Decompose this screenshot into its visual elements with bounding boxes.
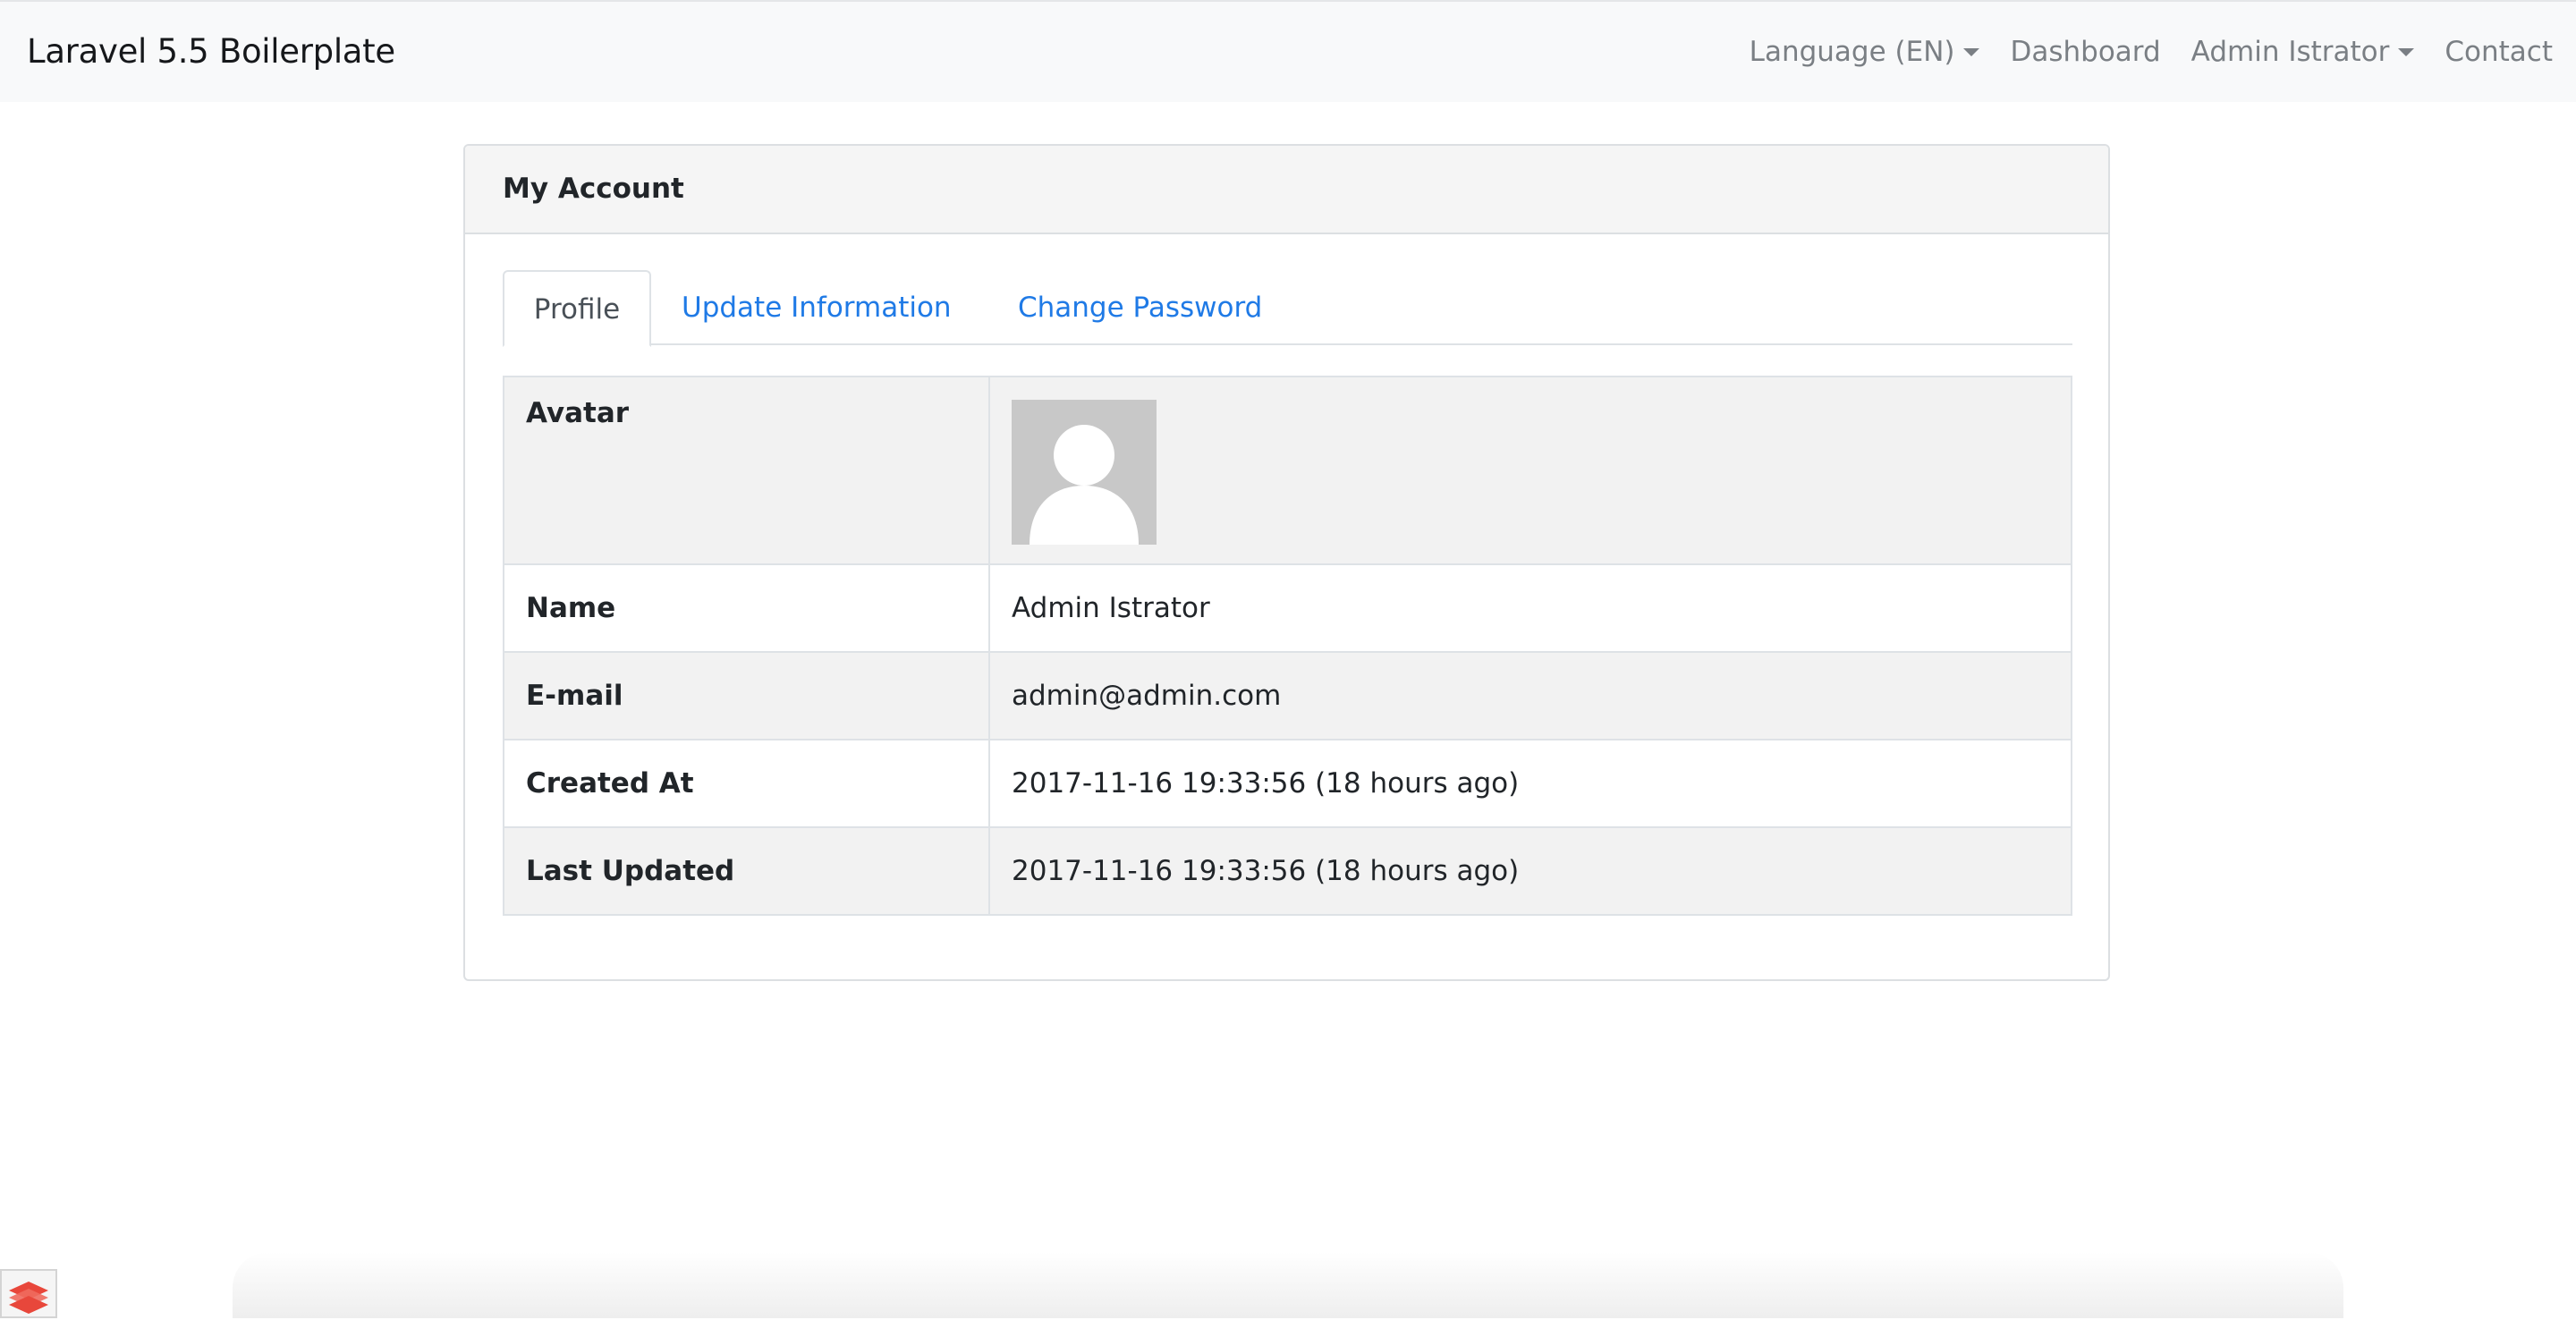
contact-link[interactable]: Contact [2445, 30, 2553, 73]
debugbar-toggle[interactable] [0, 1269, 57, 1318]
bottom-shadow [233, 1252, 2343, 1318]
card-title: My Account [503, 173, 684, 205]
card-header: My Account [465, 146, 2108, 234]
user-dropdown-label: Admin Istrator [2190, 36, 2390, 68]
avatar-cell [988, 376, 2072, 565]
profile-table: Avatar Name Admin Istrator E-mail admin@… [503, 376, 2072, 916]
top-navbar: Laravel 5.5 Boilerplate Language (EN) Da… [0, 0, 2576, 102]
language-dropdown-label: Language (EN) [1749, 36, 1955, 68]
dashboard-link[interactable]: Dashboard [2010, 30, 2160, 73]
chevron-down-icon [1963, 47, 1980, 56]
name-value: Admin Istrator [988, 563, 2072, 653]
table-row-last-updated: Last Updated 2017-11-16 19:33:56 (18 hou… [503, 826, 2072, 916]
tab-profile[interactable]: Profile [503, 270, 651, 347]
email-label: E-mail [503, 651, 990, 740]
tab-change-password[interactable]: Change Password [1018, 270, 1262, 345]
avatar [1012, 400, 1157, 545]
last-updated-value: 2017-11-16 19:33:56 (18 hours ago) [988, 826, 2072, 916]
laravel-debugbar-icon [9, 1282, 48, 1314]
table-row-name: Name Admin Istrator [503, 563, 2072, 653]
user-silhouette-icon [1012, 400, 1157, 545]
brand-link[interactable]: Laravel 5.5 Boilerplate [27, 30, 395, 73]
tab-update-information[interactable]: Update Information [682, 270, 952, 345]
user-dropdown[interactable]: Admin Istrator [2191, 30, 2415, 73]
table-row-email: E-mail admin@admin.com [503, 651, 2072, 740]
name-label: Name [503, 563, 990, 653]
account-tabs: Profile Update Information Change Passwo… [503, 270, 2072, 347]
table-row-avatar: Avatar [503, 376, 2072, 565]
account-card: My Account Profile Update Information Ch… [463, 144, 2110, 981]
last-updated-label: Last Updated [503, 826, 990, 916]
created-at-value: 2017-11-16 19:33:56 (18 hours ago) [988, 739, 2072, 828]
language-dropdown[interactable]: Language (EN) [1750, 30, 1980, 73]
email-value: admin@admin.com [988, 651, 2072, 740]
created-at-label: Created At [503, 739, 990, 828]
table-row-created-at: Created At 2017-11-16 19:33:56 (18 hours… [503, 739, 2072, 828]
navbar-links: Language (EN) Dashboard Admin Istrator C… [1750, 30, 2553, 73]
chevron-down-icon [2398, 47, 2415, 56]
avatar-label: Avatar [503, 376, 990, 565]
